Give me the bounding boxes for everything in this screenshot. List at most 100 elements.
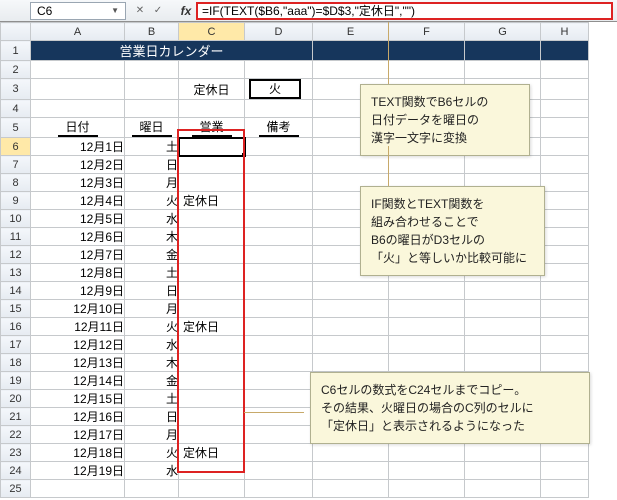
cell[interactable] — [31, 79, 125, 100]
col-header-F[interactable]: F — [389, 23, 465, 41]
cell[interactable] — [125, 480, 179, 498]
col-header-A[interactable]: A — [31, 23, 125, 41]
row-header-11[interactable]: 11 — [1, 228, 31, 246]
cell[interactable] — [31, 61, 125, 79]
col-header-H[interactable]: H — [541, 23, 589, 41]
fx-icon[interactable]: fx — [176, 4, 196, 18]
row-header-16[interactable]: 16 — [1, 318, 31, 336]
cell-note[interactable] — [245, 426, 313, 444]
cell-note[interactable] — [245, 156, 313, 174]
cell-note[interactable] — [245, 300, 313, 318]
cell[interactable] — [389, 444, 465, 462]
cell-biz[interactable] — [179, 156, 245, 174]
cell-dow[interactable]: 月 — [125, 174, 179, 192]
cell[interactable] — [541, 210, 589, 228]
cell[interactable] — [31, 480, 125, 498]
col-header-G[interactable]: G — [465, 23, 541, 41]
cell[interactable] — [541, 300, 589, 318]
cell-date[interactable]: 12月14日 — [31, 372, 125, 390]
cell[interactable] — [541, 444, 589, 462]
cell-biz[interactable] — [179, 408, 245, 426]
cell-date[interactable]: 12月15日 — [31, 390, 125, 408]
cell-note[interactable] — [245, 390, 313, 408]
cell-note[interactable] — [245, 318, 313, 336]
cell[interactable] — [313, 336, 389, 354]
row-header-24[interactable]: 24 — [1, 462, 31, 480]
cell-date[interactable]: 12月18日 — [31, 444, 125, 462]
cell-date[interactable]: 12月10日 — [31, 300, 125, 318]
cell-note[interactable] — [245, 210, 313, 228]
cell[interactable] — [389, 480, 465, 498]
cell[interactable] — [541, 79, 589, 100]
cell[interactable] — [465, 156, 541, 174]
cell-note[interactable] — [245, 264, 313, 282]
cell[interactable] — [313, 480, 389, 498]
accept-icon[interactable]: ✓ — [150, 3, 166, 19]
cell-note[interactable] — [245, 444, 313, 462]
cell[interactable] — [389, 462, 465, 480]
cell-note[interactable] — [245, 408, 313, 426]
row-header-15[interactable]: 15 — [1, 300, 31, 318]
row-header-13[interactable]: 13 — [1, 264, 31, 282]
cell[interactable] — [541, 354, 589, 372]
cell[interactable] — [313, 318, 389, 336]
cell[interactable] — [389, 336, 465, 354]
cell[interactable] — [465, 462, 541, 480]
row-header-7[interactable]: 7 — [1, 156, 31, 174]
cell-note[interactable] — [245, 246, 313, 264]
cell-biz[interactable] — [179, 210, 245, 228]
cell[interactable] — [465, 61, 541, 79]
cell-biz[interactable] — [179, 462, 245, 480]
cell[interactable] — [541, 318, 589, 336]
cell[interactable] — [389, 354, 465, 372]
cell[interactable] — [313, 354, 389, 372]
cell[interactable] — [313, 300, 389, 318]
row-header-21[interactable]: 21 — [1, 408, 31, 426]
cell-date[interactable]: 12月1日 — [31, 138, 125, 156]
row-header-14[interactable]: 14 — [1, 282, 31, 300]
cell-date[interactable]: 12月9日 — [31, 282, 125, 300]
col-header-E[interactable]: E — [313, 23, 389, 41]
cell[interactable] — [541, 41, 589, 61]
name-box[interactable]: C6 ▼ — [30, 2, 126, 20]
cell-note[interactable] — [245, 138, 313, 156]
cell-date[interactable]: 12月5日 — [31, 210, 125, 228]
row-header-6[interactable]: 6 — [1, 138, 31, 156]
cell[interactable] — [125, 100, 179, 118]
row-header-12[interactable]: 12 — [1, 246, 31, 264]
closed-day-cell[interactable]: 火 — [245, 79, 313, 100]
cell-dow[interactable]: 水 — [125, 210, 179, 228]
cell[interactable] — [541, 100, 589, 118]
row-header-17[interactable]: 17 — [1, 336, 31, 354]
cell-biz[interactable] — [179, 300, 245, 318]
cell-biz[interactable] — [179, 372, 245, 390]
cell-date[interactable]: 12月12日 — [31, 336, 125, 354]
cell-dow[interactable]: 土 — [125, 264, 179, 282]
cell-note[interactable] — [245, 462, 313, 480]
cell-biz[interactable] — [179, 174, 245, 192]
cancel-icon[interactable]: ✕ — [132, 3, 148, 19]
cell-dow[interactable]: 日 — [125, 282, 179, 300]
cell-biz[interactable] — [179, 228, 245, 246]
cell-biz[interactable] — [179, 138, 245, 156]
cell[interactable] — [389, 282, 465, 300]
row-header-18[interactable]: 18 — [1, 354, 31, 372]
cell-dow[interactable]: 火 — [125, 192, 179, 210]
cell-biz[interactable]: 定休日 — [179, 444, 245, 462]
cell[interactable] — [313, 444, 389, 462]
cell-dow[interactable]: 火 — [125, 318, 179, 336]
cell[interactable] — [313, 41, 389, 61]
cell[interactable] — [541, 246, 589, 264]
cell[interactable] — [541, 192, 589, 210]
cell[interactable] — [389, 61, 465, 79]
row-header-19[interactable]: 19 — [1, 372, 31, 390]
cell[interactable] — [125, 79, 179, 100]
cell[interactable] — [125, 61, 179, 79]
cell[interactable] — [179, 61, 245, 79]
cell-date[interactable]: 12月3日 — [31, 174, 125, 192]
cell[interactable] — [245, 480, 313, 498]
cell-dow[interactable]: 木 — [125, 354, 179, 372]
cell-biz[interactable] — [179, 390, 245, 408]
row-header-22[interactable]: 22 — [1, 426, 31, 444]
cell[interactable] — [541, 156, 589, 174]
